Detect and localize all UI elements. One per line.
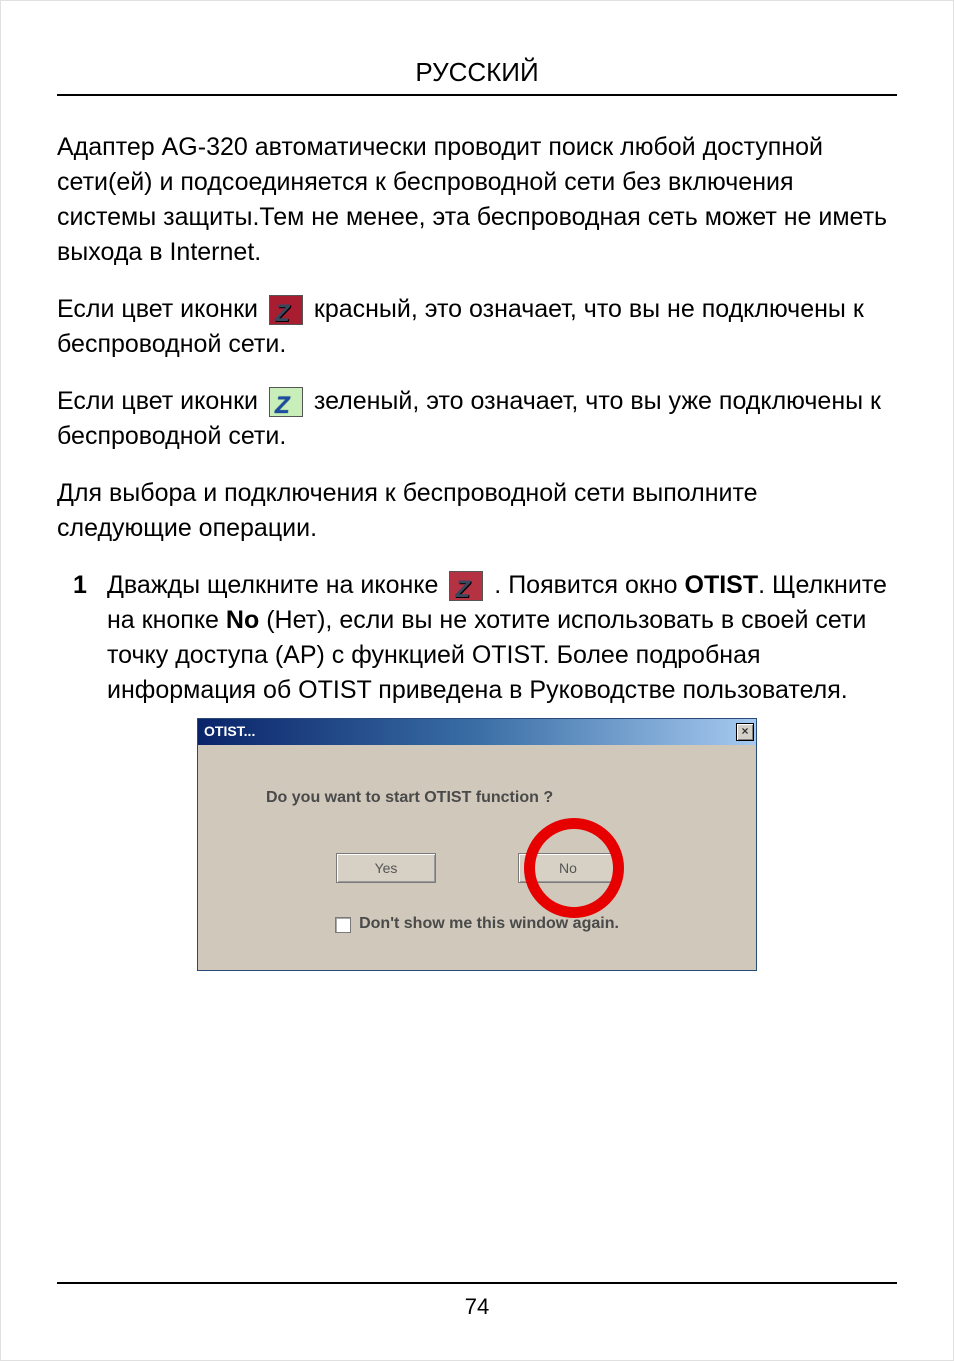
page-number: 74 [1, 1294, 953, 1320]
z-icon-red-small: Z [449, 571, 483, 601]
dialog-checkbox-row: Don't show me this window again. [228, 913, 726, 935]
z-icon-red: Z [269, 295, 303, 325]
dialog-title: OTIST... [204, 722, 255, 742]
page-header: РУССКИЙ [57, 57, 897, 96]
step1-t1: Дважды щелкните на иконке [107, 571, 445, 599]
dont-show-label: Don't show me this window again. [359, 913, 619, 935]
step-1: 1 Дважды щелкните на иконке Z . Появится… [57, 568, 897, 708]
dialog-titlebar: OTIST... × [198, 719, 756, 745]
dialog-question: Do you want to start OTIST function ? [266, 787, 726, 809]
step1-bold-no: No [226, 606, 259, 634]
yes-button[interactable]: Yes [336, 853, 436, 883]
text-before-green: Если цвет иконки [57, 387, 265, 415]
close-button[interactable]: × [736, 723, 754, 741]
z-icon-green: Z [269, 387, 303, 417]
z-glyph: Z [275, 389, 290, 423]
paragraph-intro: Адаптер AG-320 автоматически проводит по… [57, 130, 897, 270]
z-glyph: Z [275, 297, 290, 331]
paragraph-red-icon: Если цвет иконки Z красный, это означает… [57, 292, 897, 362]
step1-bold-otist: OTIST [685, 571, 759, 599]
otist-dialog: OTIST... × Do you want to start OTIST fu… [197, 718, 757, 971]
step-number: 1 [73, 568, 87, 603]
body-content: Адаптер AG-320 автоматически проводит по… [57, 130, 897, 971]
footer-rule [57, 1282, 897, 1284]
dialog-body: Do you want to start OTIST function ? Ye… [198, 745, 756, 970]
z-glyph: Z [455, 573, 470, 607]
no-button[interactable]: No [518, 853, 618, 883]
dont-show-checkbox[interactable] [335, 917, 351, 933]
step1-t2: . Появится окно [487, 571, 684, 599]
paragraph-green-icon: Если цвет иконки Z зеленый, это означает… [57, 384, 897, 454]
dialog-button-row: Yes No [228, 853, 726, 883]
text-before-red: Если цвет иконки [57, 295, 265, 323]
paragraph-instructions: Для выбора и подключения к беспроводной … [57, 476, 897, 546]
